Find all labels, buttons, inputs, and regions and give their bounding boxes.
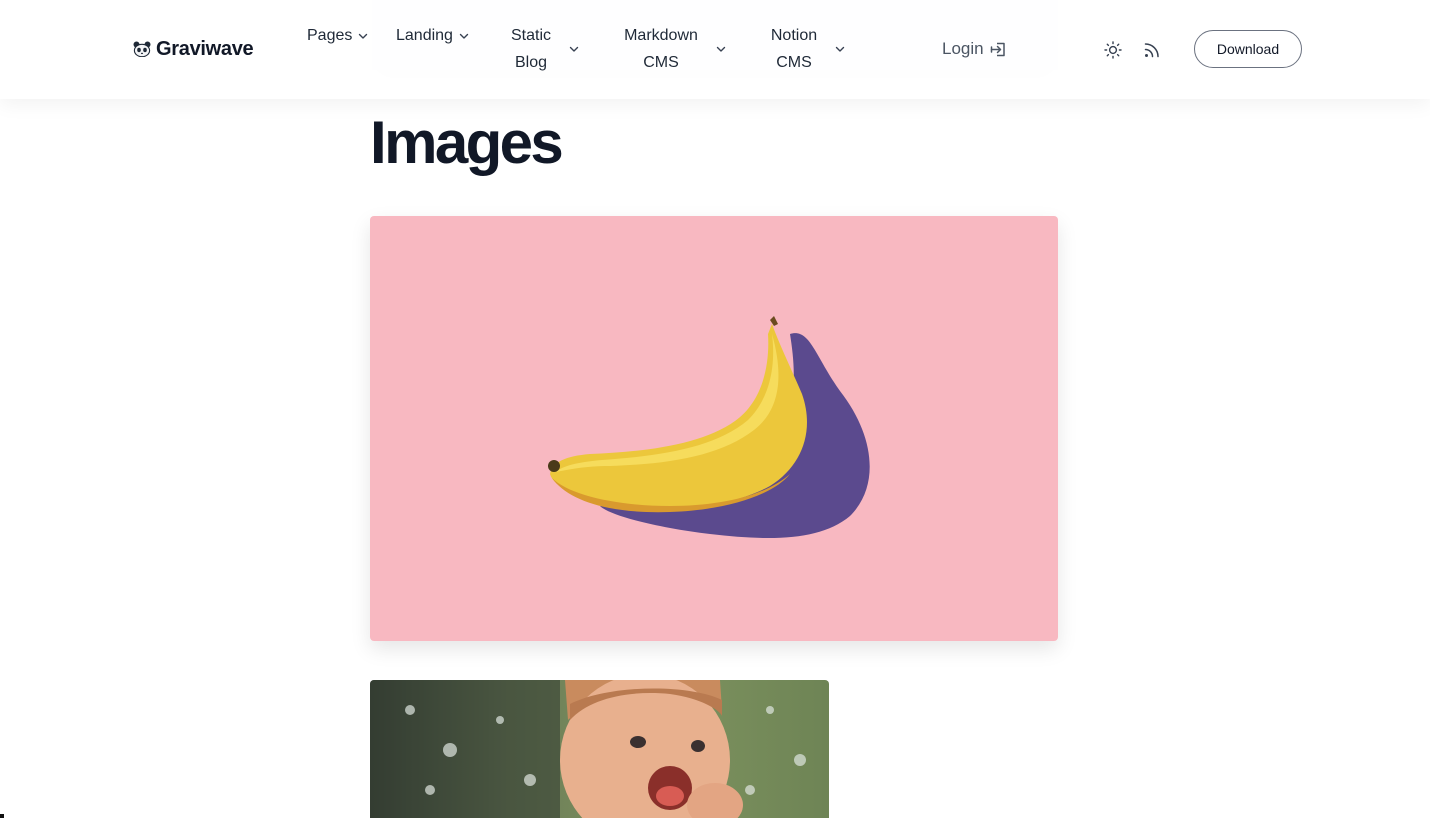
chevron-down-icon [359, 33, 368, 39]
nav-item-label: Notion CMS [770, 27, 818, 71]
rss-feed-link[interactable] [1142, 40, 1162, 60]
login-link[interactable]: Login [942, 36, 1007, 62]
rss-icon [1144, 43, 1159, 58]
nav-item-label: Markdown CMS [624, 27, 698, 71]
theme-toggle-button[interactable] [1103, 40, 1123, 60]
nav-item-label: Landing [396, 27, 453, 44]
login-label: Login [942, 39, 984, 58]
banana-illustration [370, 216, 1058, 641]
nav-item-markdown-cms[interactable]: Markdown CMS [614, 22, 726, 76]
banana-image [370, 216, 1058, 641]
nav-item-label: Pages [307, 27, 353, 44]
nav-item-landing[interactable]: Landing [396, 22, 469, 49]
sun-icon [1104, 41, 1122, 59]
chevron-down-icon [835, 46, 845, 52]
child-photo-illustration [370, 680, 829, 818]
page-title: Images [370, 109, 564, 176]
chevron-down-icon [716, 46, 726, 52]
chevron-down-icon [569, 46, 579, 52]
child-photo [370, 680, 829, 818]
corner-mark [0, 814, 4, 818]
brand-name: Graviwave [156, 38, 254, 60]
nav-item-label: Static Blog [510, 27, 551, 71]
login-icon [990, 42, 1005, 56]
site-header: Graviwave Pages Landing Static Blog Mark… [0, 0, 1430, 99]
nav-item-static-blog[interactable]: Static Blog [501, 22, 579, 76]
chevron-down-icon [459, 33, 469, 39]
panda-icon [133, 41, 151, 57]
brand-logo[interactable]: Graviwave [133, 36, 254, 62]
download-button[interactable]: Download [1194, 30, 1302, 68]
nav-item-notion-cms[interactable]: Notion CMS [761, 22, 845, 76]
nav-item-pages[interactable]: Pages [307, 22, 368, 49]
